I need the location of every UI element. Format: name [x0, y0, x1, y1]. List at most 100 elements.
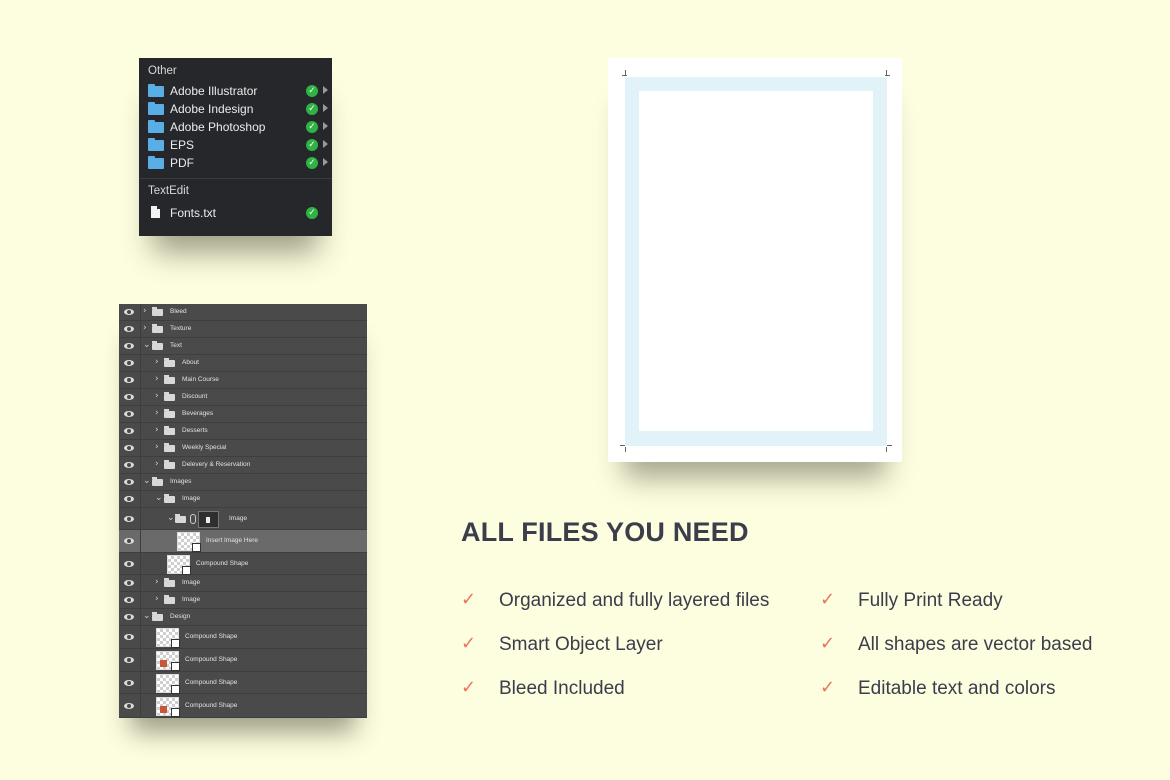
chevron-right-icon[interactable]: › — [155, 442, 159, 452]
eye-icon[interactable] — [124, 309, 134, 315]
finder-item-fonts-txt[interactable]: Fonts.txt ✓ — [139, 204, 332, 222]
crop-mark — [622, 75, 627, 76]
visibility-toggle[interactable] — [119, 530, 141, 552]
visibility-toggle[interactable] — [119, 609, 141, 625]
layer-row[interactable]: Compound Shape — [119, 672, 367, 694]
layer-row[interactable]: › Discount — [119, 389, 367, 406]
checkmark-icon: ✓ — [306, 121, 318, 133]
chevron-right-icon[interactable]: › — [143, 323, 147, 333]
layer-row[interactable]: › Desserts — [119, 423, 367, 440]
eye-icon[interactable] — [124, 614, 134, 620]
layer-row[interactable]: › About — [119, 355, 367, 372]
visibility-toggle[interactable] — [119, 338, 141, 354]
chevron-down-icon[interactable]: ⌄ — [167, 513, 175, 523]
eye-icon[interactable] — [124, 538, 134, 544]
chevron-right-icon[interactable]: › — [155, 357, 159, 367]
visibility-toggle[interactable] — [119, 321, 141, 337]
layer-name: Images — [170, 478, 192, 485]
visibility-toggle[interactable] — [119, 423, 141, 439]
eye-icon[interactable] — [124, 462, 134, 468]
visibility-toggle[interactable] — [119, 626, 141, 648]
layer-row[interactable]: Compound Shape — [119, 626, 367, 649]
chevron-down-icon[interactable]: ⌄ — [143, 476, 151, 486]
visibility-toggle[interactable] — [119, 694, 141, 717]
finder-item-pdf[interactable]: PDF ✓ — [139, 154, 332, 172]
visibility-toggle[interactable] — [119, 457, 141, 473]
layer-row[interactable]: ⌄ Text — [119, 338, 367, 355]
layer-row[interactable]: Compound Shape — [119, 694, 367, 718]
eye-icon[interactable] — [124, 516, 134, 522]
eye-icon[interactable] — [124, 680, 134, 686]
visibility-toggle[interactable] — [119, 474, 141, 490]
chevron-right-icon[interactable]: › — [155, 408, 159, 418]
eye-icon[interactable] — [124, 634, 134, 640]
chevron-down-icon[interactable]: ⌄ — [155, 493, 163, 503]
layer-row[interactable]: Compound Shape — [119, 649, 367, 672]
chevron-right-icon[interactable]: › — [155, 594, 159, 604]
visibility-toggle[interactable] — [119, 592, 141, 608]
eye-icon[interactable] — [124, 394, 134, 400]
disclosure-arrow-icon[interactable] — [323, 140, 328, 148]
disclosure-arrow-icon[interactable] — [323, 122, 328, 130]
folder-icon — [164, 460, 175, 469]
visibility-toggle[interactable] — [119, 508, 141, 529]
chevron-right-icon[interactable]: › — [155, 374, 159, 384]
layer-row[interactable]: › Image — [119, 575, 367, 592]
finder-item-eps[interactable]: EPS ✓ — [139, 136, 332, 154]
layer-name: Text — [170, 342, 182, 349]
eye-icon[interactable] — [124, 377, 134, 383]
layer-row[interactable]: › Beverages — [119, 406, 367, 423]
visibility-toggle[interactable] — [119, 575, 141, 591]
layer-row[interactable]: ⌄ Image — [119, 508, 367, 530]
layer-row[interactable]: Insert Image Here — [119, 530, 367, 553]
layer-row[interactable]: Compound Shape — [119, 553, 367, 575]
eye-icon[interactable] — [124, 657, 134, 663]
visibility-toggle[interactable] — [119, 440, 141, 456]
chevron-down-icon[interactable]: ⌄ — [143, 611, 151, 621]
chevron-right-icon[interactable]: › — [155, 425, 159, 435]
finder-item-adobe-illustrator[interactable]: Adobe Illustrator ✓ — [139, 82, 332, 100]
visibility-toggle[interactable] — [119, 389, 141, 405]
disclosure-arrow-icon[interactable] — [323, 104, 328, 112]
eye-icon[interactable] — [124, 326, 134, 332]
eye-icon[interactable] — [124, 561, 134, 567]
eye-icon[interactable] — [124, 445, 134, 451]
disclosure-arrow-icon[interactable] — [323, 86, 328, 94]
layer-row[interactable]: › Image — [119, 592, 367, 609]
visibility-toggle[interactable] — [119, 372, 141, 388]
visibility-toggle[interactable] — [119, 491, 141, 507]
chevron-right-icon[interactable]: › — [155, 577, 159, 587]
folder-icon — [164, 426, 175, 435]
chevron-right-icon[interactable]: › — [155, 459, 159, 469]
visibility-toggle[interactable] — [119, 406, 141, 422]
layer-row[interactable]: › Weekly Special — [119, 440, 367, 457]
chevron-right-icon[interactable]: › — [143, 306, 147, 316]
visibility-toggle[interactable] — [119, 672, 141, 693]
layer-row[interactable]: › Texture — [119, 321, 367, 338]
visibility-toggle[interactable] — [119, 304, 141, 320]
layer-row[interactable]: › Main Course — [119, 372, 367, 389]
visibility-toggle[interactable] — [119, 553, 141, 574]
eye-icon[interactable] — [124, 597, 134, 603]
eye-icon[interactable] — [124, 428, 134, 434]
eye-icon[interactable] — [124, 580, 134, 586]
eye-icon[interactable] — [124, 496, 134, 502]
disclosure-arrow-icon[interactable] — [323, 158, 328, 166]
finder-item-adobe-photoshop[interactable]: Adobe Photoshop ✓ — [139, 118, 332, 136]
chevron-right-icon[interactable]: › — [155, 391, 159, 401]
visibility-toggle[interactable] — [119, 355, 141, 371]
visibility-toggle[interactable] — [119, 649, 141, 671]
eye-icon[interactable] — [124, 343, 134, 349]
layer-row[interactable]: › Delevery & Reservation — [119, 457, 367, 474]
finder-item-adobe-indesign[interactable]: Adobe Indesign ✓ — [139, 100, 332, 118]
eye-icon[interactable] — [124, 360, 134, 366]
chevron-down-icon[interactable]: ⌄ — [143, 340, 151, 350]
checkmark-icon: ✓ — [461, 633, 477, 654]
layer-row[interactable]: ⌄ Image — [119, 491, 367, 508]
layer-row[interactable]: ⌄ Images — [119, 474, 367, 491]
eye-icon[interactable] — [124, 411, 134, 417]
eye-icon[interactable] — [124, 479, 134, 485]
layer-row[interactable]: › Bleed — [119, 304, 367, 321]
eye-icon[interactable] — [124, 703, 134, 709]
layer-row[interactable]: ⌄ Design — [119, 609, 367, 626]
